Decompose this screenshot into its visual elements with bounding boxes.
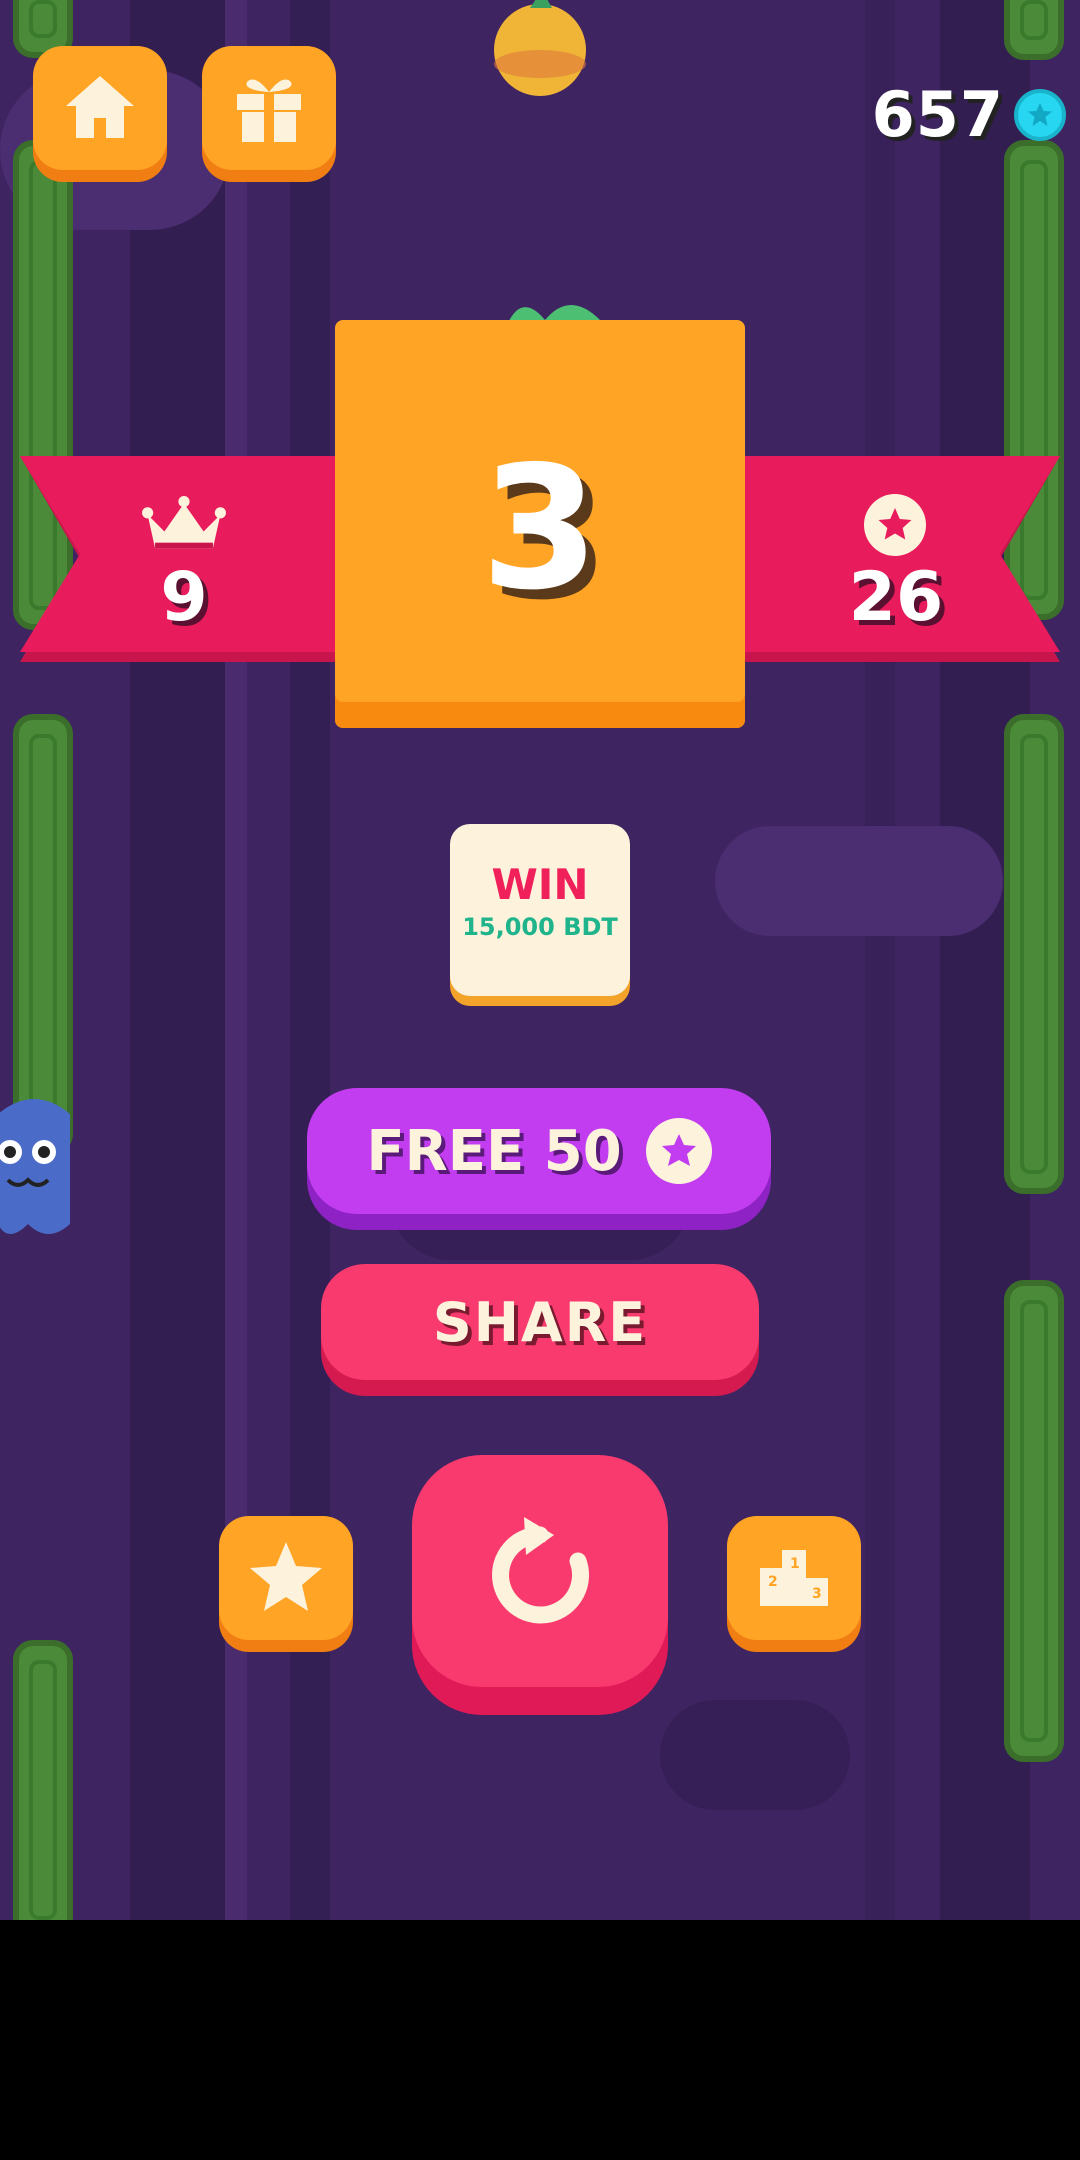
stars-count: 26 — [848, 558, 944, 637]
gem-icon — [1014, 88, 1066, 141]
bg-column — [130, 0, 225, 1920]
svg-text:1: 1 — [790, 1556, 800, 1572]
coin-counter: 657 — [872, 78, 1066, 151]
bg-cloud — [715, 826, 1003, 936]
rate-button[interactable] — [219, 1516, 353, 1640]
win-prize: 15,000 BDT — [462, 913, 618, 941]
free-coins-button[interactable]: FREE 50 — [307, 1088, 771, 1214]
win-title: WIN — [491, 860, 589, 909]
gift-icon — [237, 79, 301, 142]
crown-icon — [142, 496, 226, 549]
free-coins-label: FREE 50 — [366, 1118, 622, 1184]
best-score: 9 — [160, 558, 208, 637]
score-panel: 3 — [335, 320, 745, 728]
vine — [13, 714, 73, 1154]
star-icon — [864, 494, 926, 556]
monster-sprite — [0, 1094, 80, 1240]
svg-text:3: 3 — [812, 1586, 822, 1602]
star-icon — [250, 1542, 322, 1611]
podium-icon: 1 2 3 — [760, 1550, 828, 1606]
leaderboard-button[interactable]: 1 2 3 — [727, 1516, 861, 1640]
replay-button[interactable] — [412, 1455, 668, 1687]
fruit-sprite — [490, 0, 590, 100]
win-promo-card[interactable]: WIN 15,000 BDT — [450, 824, 630, 996]
vine — [1004, 714, 1064, 1194]
bg-cloud — [660, 1700, 850, 1810]
share-label: SHARE — [432, 1290, 648, 1354]
bg-column — [865, 0, 895, 1920]
share-button[interactable]: SHARE — [321, 1264, 759, 1380]
vine — [13, 1640, 73, 1920]
home-button[interactable] — [33, 46, 167, 170]
game-scene: 657 9 26 3 WIN 15,000 BDT FREE 50 SHARE … — [0, 0, 1080, 1920]
home-icon — [66, 76, 134, 138]
current-score: 3 — [480, 430, 600, 628]
gift-button[interactable] — [202, 46, 336, 170]
coin-count: 657 — [871, 78, 1004, 151]
vine — [1004, 0, 1064, 60]
replay-icon — [492, 1517, 590, 1624]
vine — [1004, 1280, 1064, 1762]
svg-text:2: 2 — [768, 1574, 778, 1590]
star-icon — [645, 1118, 712, 1184]
